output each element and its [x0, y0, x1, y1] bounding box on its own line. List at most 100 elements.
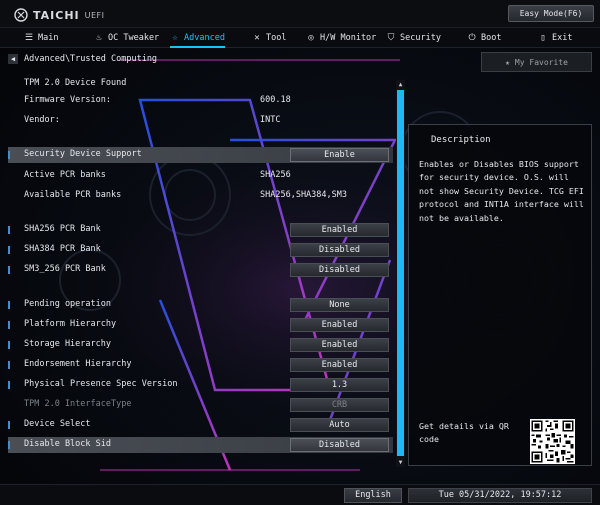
setting-label: Endorsement Hierarchy: [24, 359, 132, 369]
setting-tpm-interface-type: TPM 2.0 InterfaceType CRB: [8, 397, 393, 413]
tab-hw-monitor[interactable]: ◎ H/W Monitor: [306, 28, 376, 48]
tab-label: Tool: [266, 33, 287, 43]
info-firmware: Firmware Version: 600.18: [8, 93, 393, 109]
setting-security-device-support[interactable]: Security Device Support Enable: [8, 147, 393, 163]
language-button[interactable]: English: [344, 488, 402, 503]
active-pcr-banks-value: SHA256: [260, 170, 291, 180]
exit-icon: ▯: [540, 33, 546, 43]
device-found-text: TPM 2.0 Device Found: [24, 78, 127, 88]
tab-label: Advanced: [184, 33, 225, 43]
sm3-pcr-bank-dropdown[interactable]: Disabled: [290, 263, 389, 277]
qr-caption: Get details via QR code: [419, 421, 509, 444]
row-marker: [8, 441, 10, 449]
row-marker: [8, 266, 10, 274]
setting-label: TPM 2.0 InterfaceType: [24, 399, 132, 409]
row-marker: [8, 421, 10, 429]
sha256-pcr-bank-dropdown[interactable]: Enabled: [290, 223, 389, 237]
row-marker: [8, 341, 10, 349]
setting-label: SHA256 PCR Bank: [24, 224, 101, 234]
row-marker: [8, 226, 10, 234]
setting-device-select[interactable]: Device Select Auto: [8, 417, 393, 433]
row-marker: [8, 381, 10, 389]
tools-icon: ✕: [254, 33, 260, 43]
firmware-value: 600.18: [260, 95, 291, 105]
setting-sm3-pcr-bank[interactable]: SM3_256 PCR Bank Disabled: [8, 262, 393, 278]
status-bar: English Tue 05/31/2022, 19:57:12: [0, 484, 600, 505]
description-text: Enables or Disables BIOS support for sec…: [419, 159, 584, 223]
firmware-label: Firmware Version:: [24, 95, 111, 105]
storage-hierarchy-dropdown[interactable]: Enabled: [290, 338, 389, 352]
row-marker: [8, 361, 10, 369]
setting-physical-presence-spec[interactable]: Physical Presence Spec Version 1.3: [8, 377, 393, 393]
tab-label: Exit: [552, 33, 573, 43]
setting-label: Device Select: [24, 419, 91, 429]
scroll-up-arrow-icon[interactable]: ▲: [397, 81, 404, 88]
setting-label: Security Device Support: [24, 149, 142, 159]
device-select-dropdown[interactable]: Auto: [290, 418, 389, 432]
my-favorite-button[interactable]: ★ My Favorite: [481, 52, 592, 72]
security-device-support-dropdown[interactable]: Enable: [290, 148, 389, 162]
vendor-label: Vendor:: [24, 115, 60, 125]
setting-label: Pending operation: [24, 299, 111, 309]
sha384-pcr-bank-dropdown[interactable]: Disabled: [290, 243, 389, 257]
platform-hierarchy-dropdown[interactable]: Enabled: [290, 318, 389, 332]
setting-platform-hierarchy[interactable]: Platform Hierarchy Enabled: [8, 317, 393, 333]
setting-label: Physical Presence Spec Version: [24, 379, 178, 389]
physical-presence-spec-dropdown[interactable]: 1.3: [290, 378, 389, 392]
scrollbar[interactable]: ▲ ▼: [396, 80, 405, 467]
description-panel: Description Enables or Disables BIOS sup…: [408, 124, 592, 466]
setting-label: SM3_256 PCR Bank: [24, 264, 106, 274]
row-marker: [8, 246, 10, 254]
star-icon: ★: [505, 57, 510, 67]
setting-label: Active PCR banks: [24, 170, 106, 180]
endorsement-hierarchy-dropdown[interactable]: Enabled: [290, 358, 389, 372]
row-marker: [8, 151, 10, 159]
tab-exit[interactable]: ▯ Exit: [538, 28, 572, 48]
datetime-display: Tue 05/31/2022, 19:57:12: [408, 488, 592, 503]
easy-mode-button[interactable]: Easy Mode(F6): [508, 5, 594, 22]
tab-security[interactable]: ⛉ Security: [386, 28, 441, 48]
setting-pending-operation[interactable]: Pending operation None: [8, 297, 393, 313]
row-marker: [8, 301, 10, 309]
tab-oc-tweaker[interactable]: ♨ OC Tweaker: [94, 28, 159, 48]
info-available-pcr-banks: Available PCR banks SHA256,SHA384,SM3: [8, 188, 393, 204]
title-bar: TAICHI UEFI Easy Mode(F6): [0, 0, 600, 28]
brand-name: TAICHI: [33, 8, 80, 22]
tab-label: Boot: [481, 33, 502, 43]
scroll-down-arrow-icon[interactable]: ▼: [397, 459, 404, 466]
my-favorite-label: My Favorite: [514, 57, 568, 67]
setting-disable-block-sid[interactable]: Disable Block Sid Disabled: [8, 437, 393, 453]
tab-main[interactable]: ☰ Main: [24, 28, 59, 48]
setting-sha384-pcr-bank[interactable]: SHA384 PCR Bank Disabled: [8, 242, 393, 258]
disable-block-sid-dropdown[interactable]: Disabled: [290, 438, 389, 452]
setting-label: Storage Hierarchy: [24, 339, 111, 349]
tab-label: H/W Monitor: [320, 33, 377, 43]
flame-icon: ♨: [96, 33, 102, 43]
setting-storage-hierarchy[interactable]: Storage Hierarchy Enabled: [8, 337, 393, 353]
back-arrow-icon[interactable]: ◀: [8, 54, 18, 64]
list-icon: ☰: [24, 33, 34, 43]
tab-label: Main: [38, 33, 59, 43]
taichi-logo-icon: [14, 8, 28, 22]
tab-label: OC Tweaker: [108, 33, 160, 43]
brand-subtitle: UEFI: [84, 10, 105, 20]
breadcrumb: ◀ Advanced\Trusted Computing: [8, 53, 157, 65]
setting-label: Platform Hierarchy: [24, 319, 117, 329]
main-nav: ☰ Main ♨ OC Tweaker ☆ Advanced ✕ Tool ◎ …: [0, 28, 600, 48]
setting-sha256-pcr-bank[interactable]: SHA256 PCR Bank Enabled: [8, 222, 393, 238]
brand-logo: TAICHI UEFI: [14, 8, 105, 22]
scrollbar-thumb[interactable]: [397, 90, 404, 456]
setting-endorsement-hierarchy[interactable]: Endorsement Hierarchy Enabled: [8, 357, 393, 373]
advanced-star-icon: ☆: [172, 33, 178, 43]
tab-tool[interactable]: ✕ Tool: [252, 28, 286, 48]
tab-boot[interactable]: ⏻ Boot: [467, 28, 501, 48]
info-device-found: TPM 2.0 Device Found: [8, 76, 393, 92]
tab-advanced[interactable]: ☆ Advanced: [170, 28, 225, 48]
setting-label: Available PCR banks: [24, 190, 122, 200]
setting-label: Disable Block Sid: [24, 439, 111, 449]
row-marker: [8, 321, 10, 329]
setting-label: SHA384 PCR Bank: [24, 244, 101, 254]
monitor-icon: ◎: [308, 33, 314, 43]
info-active-pcr-banks: Active PCR banks SHA256: [8, 168, 393, 184]
pending-operation-dropdown[interactable]: None: [290, 298, 389, 312]
